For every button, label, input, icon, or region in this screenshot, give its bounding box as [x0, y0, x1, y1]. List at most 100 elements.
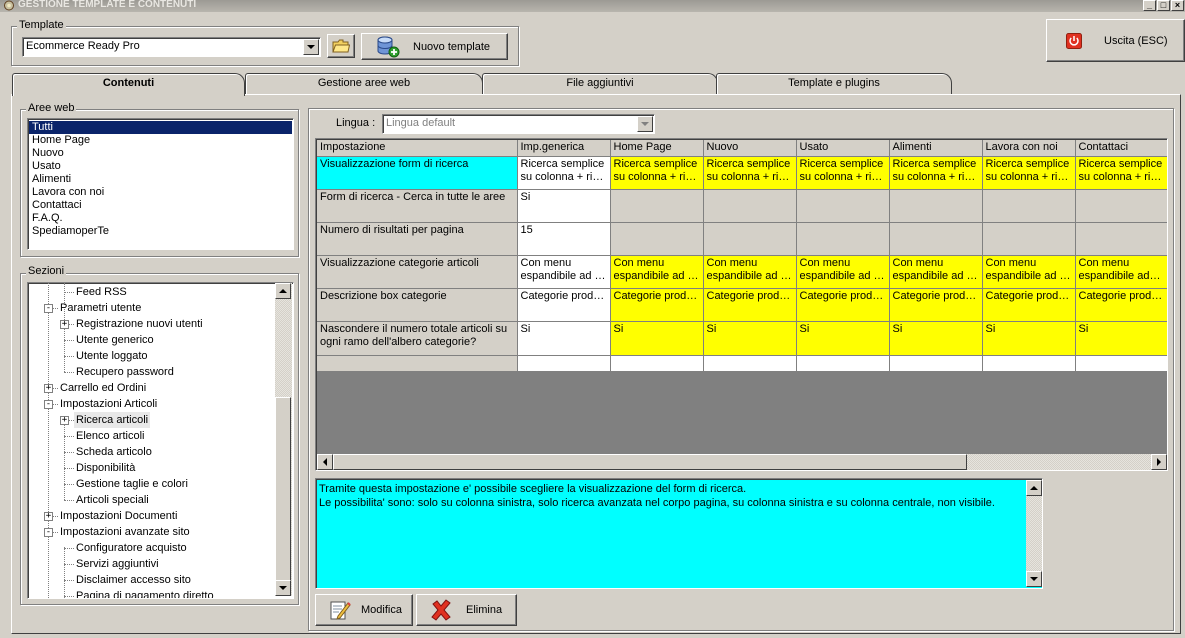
grid-cell[interactable]: Ricerca semplice su colonna + ric... — [889, 156, 983, 190]
tree-item[interactable]: Parametri utente — [60, 300, 141, 316]
grid-cell[interactable] — [889, 222, 983, 256]
grid-row-label[interactable]: Visualizzazione form di ricerca — [317, 156, 518, 190]
area-list-item[interactable]: Home Page — [29, 134, 292, 147]
tab-gestione-aree-web[interactable]: Gestione aree web — [245, 73, 483, 94]
tree-item[interactable]: Utente loggato — [76, 348, 148, 364]
tree-collapse-icon[interactable]: - — [44, 400, 53, 409]
memo-scroll-down[interactable] — [1026, 571, 1042, 587]
area-list-item[interactable]: Alimenti — [29, 173, 292, 186]
grid-cell[interactable]: Con menu espandibile ad a... — [889, 255, 983, 289]
new-template-button[interactable]: Nuovo template — [361, 33, 508, 60]
tab-contenuti[interactable]: Contenuti — [12, 73, 245, 96]
grid-cell[interactable]: Si — [517, 189, 611, 223]
tree-item[interactable]: Servizi aggiuntivi — [76, 556, 159, 572]
grid-cell[interactable]: Categorie prodotto — [517, 288, 611, 322]
grid-row[interactable]: Visualizzazione categorie articoli Con me… — [317, 255, 1167, 289]
modifica-button[interactable]: Modifica — [315, 594, 413, 626]
area-list-item[interactable]: Usato — [29, 160, 292, 173]
grid-row-label[interactable]: Numero di risultati per pagina — [317, 222, 518, 256]
grid-cell[interactable]: Ricerca semplice su colonna + ric... — [982, 156, 1076, 190]
grid-cell[interactable] — [796, 355, 890, 372]
grid-cell[interactable] — [703, 355, 797, 372]
grid-cell[interactable] — [982, 355, 1076, 372]
grid-cell[interactable] — [796, 189, 890, 223]
grid-cell[interactable]: Si — [610, 321, 704, 356]
tree-item[interactable]: Impostazioni Articoli — [60, 396, 157, 412]
tree-item[interactable]: Utente generico — [76, 332, 154, 348]
maximize-button[interactable]: □ — [1157, 0, 1170, 11]
grid-cell[interactable]: Con menu espandibile ad a... — [703, 255, 797, 289]
grid-cell[interactable]: Categorie prodotto — [610, 288, 704, 322]
open-folder-button[interactable] — [327, 34, 355, 58]
grid-column-header[interactable]: Usato — [796, 140, 890, 157]
grid-cell[interactable]: Si — [1075, 321, 1167, 356]
lingua-select-arrow[interactable] — [637, 116, 653, 132]
grid-cell[interactable] — [796, 222, 890, 256]
template-select[interactable]: Ecommerce Ready Pro — [22, 37, 321, 57]
grid-cell[interactable] — [889, 355, 983, 372]
grid-row[interactable]: Form di ricerca - Cerca in tutte le aree… — [317, 189, 1167, 223]
tree-expand-icon[interactable]: + — [60, 320, 69, 329]
grid-cell[interactable] — [517, 355, 611, 372]
grid-cell[interactable]: 15 — [517, 222, 611, 256]
tree-item[interactable]: Recupero password — [76, 364, 174, 380]
grid-cell[interactable]: Categorie prodotto — [889, 288, 983, 322]
grid-cell[interactable] — [703, 222, 797, 256]
grid-cell[interactable]: Con menu espandibile ad a... — [610, 255, 704, 289]
grid-new-row[interactable] — [317, 355, 1167, 372]
settings-grid[interactable]: Impostazione Imp.generica Home Page Nuovo Us… — [315, 138, 1168, 471]
tree-expand-icon[interactable]: + — [60, 416, 69, 425]
sezioni-tree[interactable]: Feed RSS - Parametri utente + Registrazione … — [27, 282, 294, 599]
grid-cell[interactable]: Con menu espandibile ad a... — [982, 255, 1076, 289]
grid-cell[interactable] — [703, 189, 797, 223]
grid-cell[interactable] — [889, 189, 983, 223]
elimina-button[interactable]: Elimina — [416, 594, 517, 626]
scroll-up-button[interactable] — [275, 283, 291, 299]
grid-row-label[interactable]: Visualizzazione categorie articoli — [317, 255, 518, 289]
area-list-item[interactable]: Contattaci — [29, 199, 292, 212]
grid-column-header[interactable]: Imp.generica — [517, 140, 611, 157]
exit-button[interactable]: Uscita (ESC) — [1046, 19, 1185, 62]
tree-item[interactable]: Articoli speciali — [76, 492, 149, 508]
grid-column-header[interactable]: Home Page — [610, 140, 704, 157]
tree-item[interactable]: Disponibilità — [76, 460, 135, 476]
area-list-item[interactable]: Lavora con noi — [29, 186, 292, 199]
tree-expand-icon[interactable]: + — [44, 512, 53, 521]
tree-item[interactable]: Registrazione nuovi utenti — [76, 316, 203, 332]
sezioni-scrollbar[interactable] — [275, 283, 292, 596]
lingua-select[interactable]: Lingua default — [382, 114, 655, 134]
grid-row[interactable]: Visualizzazione form di ricerca Ricerca s… — [317, 156, 1167, 190]
hscroll-thumb[interactable] — [333, 454, 967, 470]
grid-cell[interactable]: Categorie prodotto — [796, 288, 890, 322]
close-button[interactable]: × — [1171, 0, 1184, 11]
grid-row[interactable]: Numero di risultati per pagina 15 — [317, 222, 1167, 256]
tab-file-aggiuntivi[interactable]: File aggiuntivi — [482, 73, 718, 94]
grid-hscrollbar[interactable] — [317, 454, 1167, 470]
grid-cell[interactable] — [1075, 222, 1167, 256]
grid-cell[interactable]: Si — [889, 321, 983, 356]
memo-scroll-up[interactable] — [1026, 480, 1042, 496]
grid-cell[interactable]: Ricerca semplice su colonna + ric... — [703, 156, 797, 190]
minimize-button[interactable]: _ — [1143, 0, 1156, 11]
tree-item[interactable]: Impostazioni Documenti — [60, 508, 177, 524]
memo-scrollbar[interactable] — [1026, 480, 1042, 587]
tree-item[interactable]: Carrello ed Ordini — [60, 380, 146, 396]
tree-item[interactable]: Configuratore acquisto — [76, 540, 187, 556]
tree-collapse-icon[interactable]: - — [44, 528, 53, 537]
grid-cell[interactable] — [1075, 355, 1167, 372]
grid-column-header[interactable]: Impostazione — [317, 140, 518, 157]
area-list-item[interactable]: F.A.Q. — [29, 212, 292, 225]
grid-cell[interactable]: Ricerca semplice su colonna + ric... — [796, 156, 890, 190]
scroll-thumb[interactable] — [275, 397, 291, 582]
grid-cell[interactable]: Si — [982, 321, 1076, 356]
tree-item[interactable]: Disclaimer accesso sito — [76, 572, 191, 588]
description-memo[interactable]: Tramite questa impostazione e' possibile… — [315, 478, 1043, 589]
grid-cell[interactable] — [982, 222, 1076, 256]
grid-row-label[interactable]: Nascondere il numero totale articoli su … — [317, 321, 518, 356]
tab-template-e-plugins[interactable]: Template e plugins — [716, 73, 952, 94]
grid-cell[interactable]: Ricerca semplice su colonna + ric... — [1075, 156, 1167, 190]
area-list-item[interactable]: SpediamoperTe — [29, 225, 292, 238]
tree-collapse-icon[interactable]: - — [44, 304, 53, 313]
grid-cell[interactable]: Si — [517, 321, 611, 356]
grid-row-label[interactable]: Form di ricerca - Cerca in tutte le aree — [317, 189, 518, 223]
